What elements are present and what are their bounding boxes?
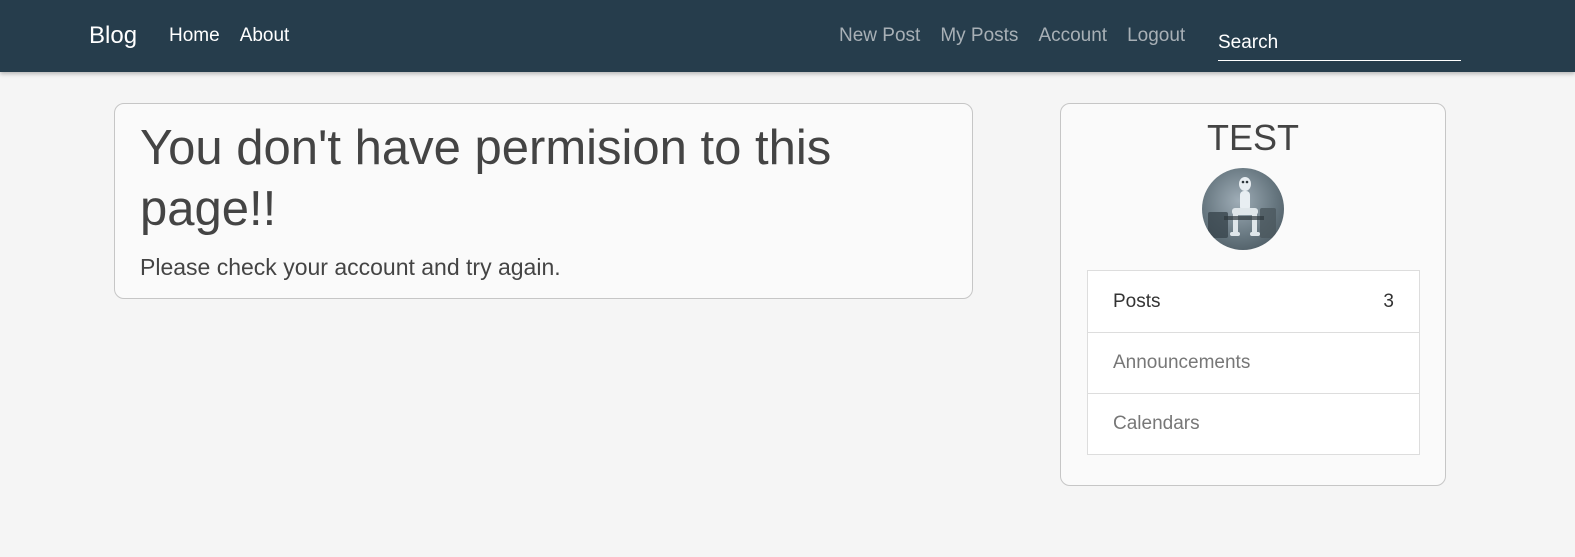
nav-link-logout[interactable]: Logout (1127, 25, 1185, 47)
nav-user-links: New Post My Posts Account Logout (839, 25, 1185, 47)
page-title: You don't have permision to this page!! (140, 121, 832, 236)
nav-link-account[interactable]: Account (1038, 25, 1107, 47)
profile-sidebar: TEST Posts 3 Announcements Calendars (1060, 103, 1446, 486)
avatar-figure-icon (1208, 177, 1276, 238)
sidebar-item-label: Posts (1113, 290, 1161, 312)
sidebar-item-posts[interactable]: Posts 3 (1088, 271, 1419, 332)
nav-link-new-post[interactable]: New Post (839, 25, 920, 47)
nav-link-about[interactable]: About (240, 25, 290, 47)
permission-error-card: You don't have permision to this page!! … (114, 103, 973, 299)
posts-count-badge: 3 (1383, 290, 1394, 312)
nav-link-my-posts[interactable]: My Posts (940, 25, 1018, 47)
error-message: Please check your account and try again. (140, 254, 561, 280)
sidebar-item-label: Announcements (1113, 352, 1251, 373)
brand-link[interactable]: Blog (89, 22, 137, 50)
sidebar-item-label: Calendars (1113, 413, 1200, 434)
sidebar-item-calendars[interactable]: Calendars (1088, 393, 1419, 454)
avatar (1202, 168, 1284, 250)
nav-link-home[interactable]: Home (169, 25, 220, 47)
sidebar-item-announcements[interactable]: Announcements (1088, 332, 1419, 393)
nav-primary-links: Home About (169, 25, 289, 47)
sidebar-menu: Posts 3 Announcements Calendars (1087, 270, 1420, 455)
search-input[interactable] (1218, 20, 1461, 61)
profile-username: TEST (1206, 117, 1299, 158)
top-navbar: Blog Home About New Post My Posts Accoun… (0, 0, 1575, 72)
